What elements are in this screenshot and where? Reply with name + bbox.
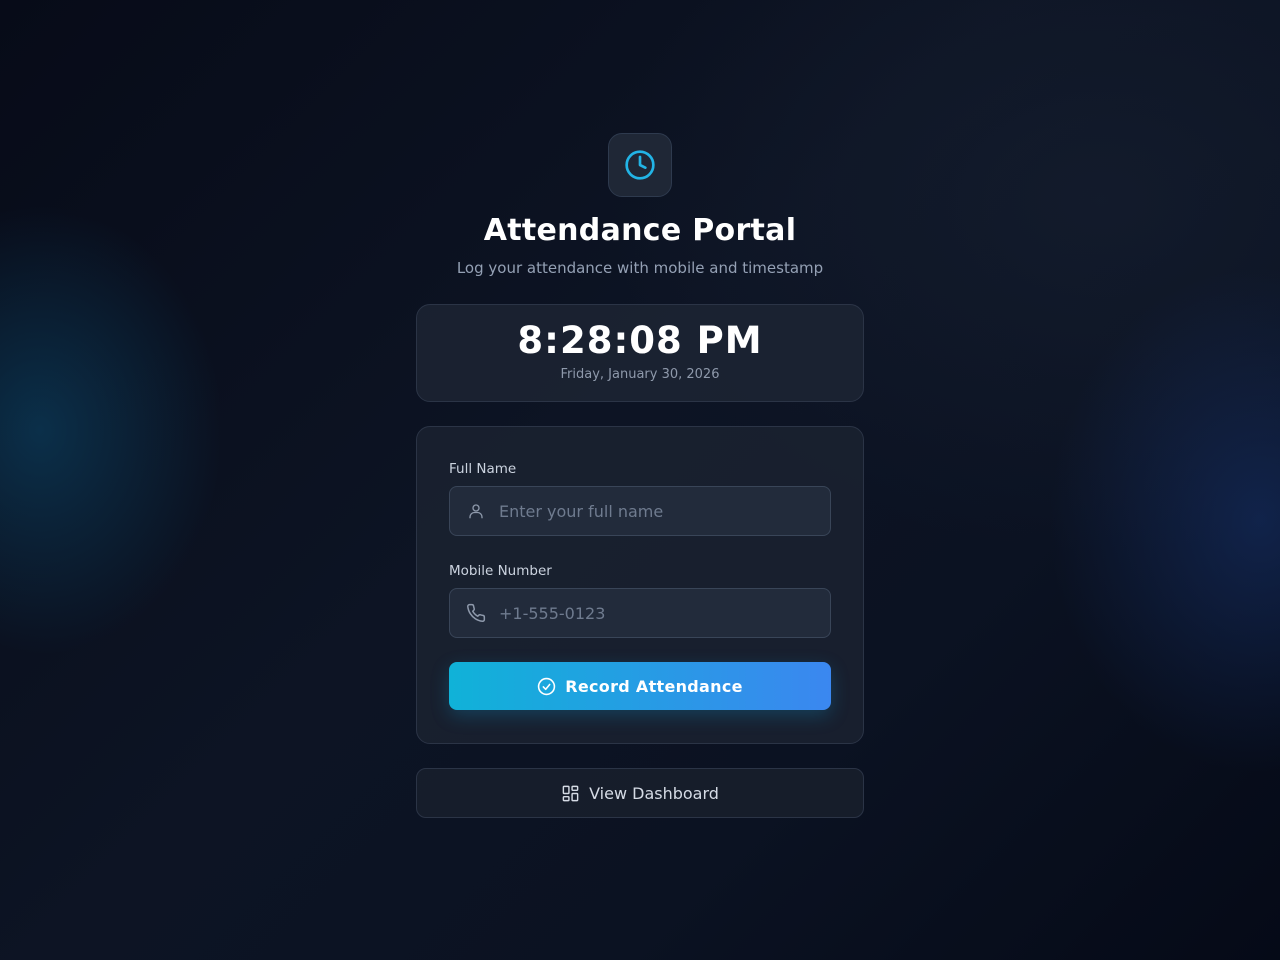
- full-name-field[interactable]: [449, 486, 831, 536]
- dashboard-grid-icon: [562, 785, 579, 801]
- current-date: Friday, January 30, 2026: [560, 367, 720, 382]
- check-circle-icon: [538, 677, 556, 695]
- attendance-form: Full Name Mobile Number: [416, 426, 864, 744]
- mobile-number-label: Mobile Number: [449, 563, 552, 579]
- page-title: Attendance Portal: [483, 213, 797, 248]
- full-name-input[interactable]: [499, 487, 830, 535]
- clock-icon: [625, 150, 655, 180]
- mobile-number-input[interactable]: [499, 589, 830, 637]
- user-icon: [466, 501, 486, 521]
- current-time: 8:28:08 PM: [517, 319, 763, 362]
- mobile-number-field[interactable]: [449, 588, 831, 638]
- record-attendance-label: Record Attendance: [565, 676, 743, 696]
- logo-badge: [608, 133, 672, 197]
- page-subtitle: Log your attendance with mobile and time…: [456, 259, 824, 277]
- view-dashboard-label: View Dashboard: [589, 783, 719, 803]
- attendance-portal: Attendance Portal Log your attendance wi…: [416, 133, 864, 818]
- phone-icon: [466, 603, 486, 623]
- record-attendance-button[interactable]: Record Attendance: [449, 662, 831, 710]
- clock-card: 8:28:08 PM Friday, January 30, 2026: [416, 304, 864, 402]
- full-name-label: Full Name: [449, 461, 517, 477]
- view-dashboard-button[interactable]: View Dashboard: [416, 768, 864, 818]
